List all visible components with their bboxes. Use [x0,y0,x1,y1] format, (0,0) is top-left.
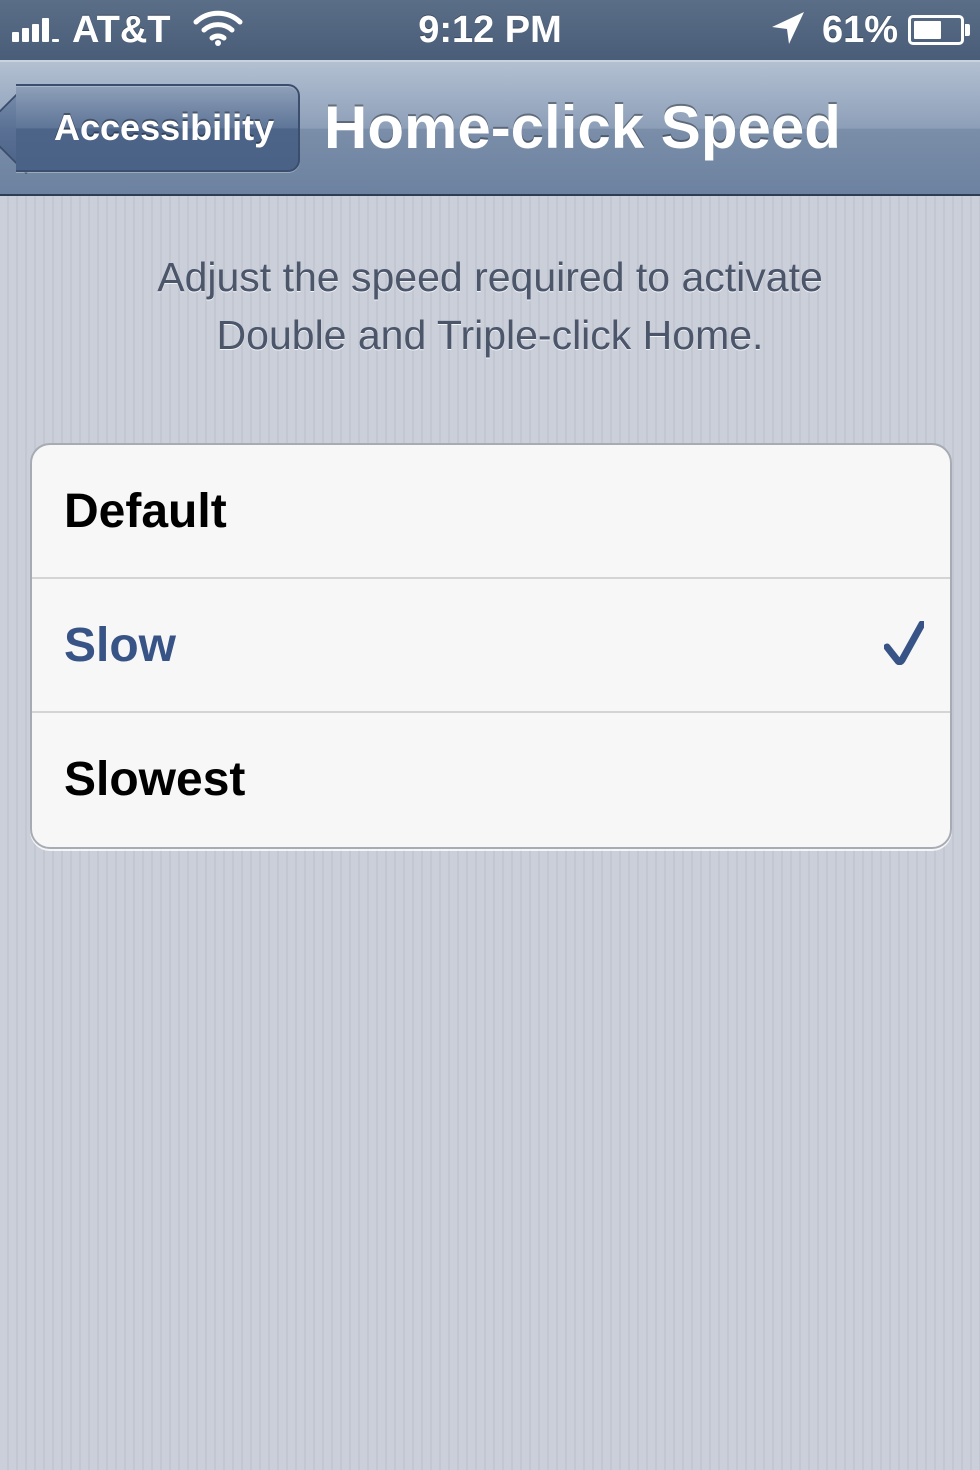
battery-icon [908,15,964,45]
option-default[interactable]: Default [32,445,950,579]
status-right: 61% [770,0,970,60]
option-slowest[interactable]: Slowest [32,713,950,847]
description-line-2: Double and Triple-click Home. [216,312,764,358]
back-button-label: Accessibility [54,107,275,148]
speed-option-list: Default Slow Slowest [30,443,952,849]
option-label: Slow [64,619,177,672]
option-label: Slowest [64,753,246,806]
battery-tip [965,24,970,36]
description-text: Adjust the speed required to activate Do… [60,248,920,364]
battery-percent: 61% [821,8,898,51]
navigation-bar: Accessibility Home-click Speed [0,60,980,196]
checkmark-icon [883,620,926,670]
battery-fill [914,21,941,39]
page-title: Home-click Speed [324,94,841,161]
back-button-wrap: Accessibility [0,62,320,198]
location-arrow-icon [770,10,806,51]
status-bar: AT&T 9:12 PM 61% [0,0,980,60]
option-slow[interactable]: Slow [32,579,950,713]
option-label: Default [64,485,227,538]
description-line-1: Adjust the speed required to activate [157,254,823,300]
back-button[interactable]: Accessibility [16,84,301,172]
